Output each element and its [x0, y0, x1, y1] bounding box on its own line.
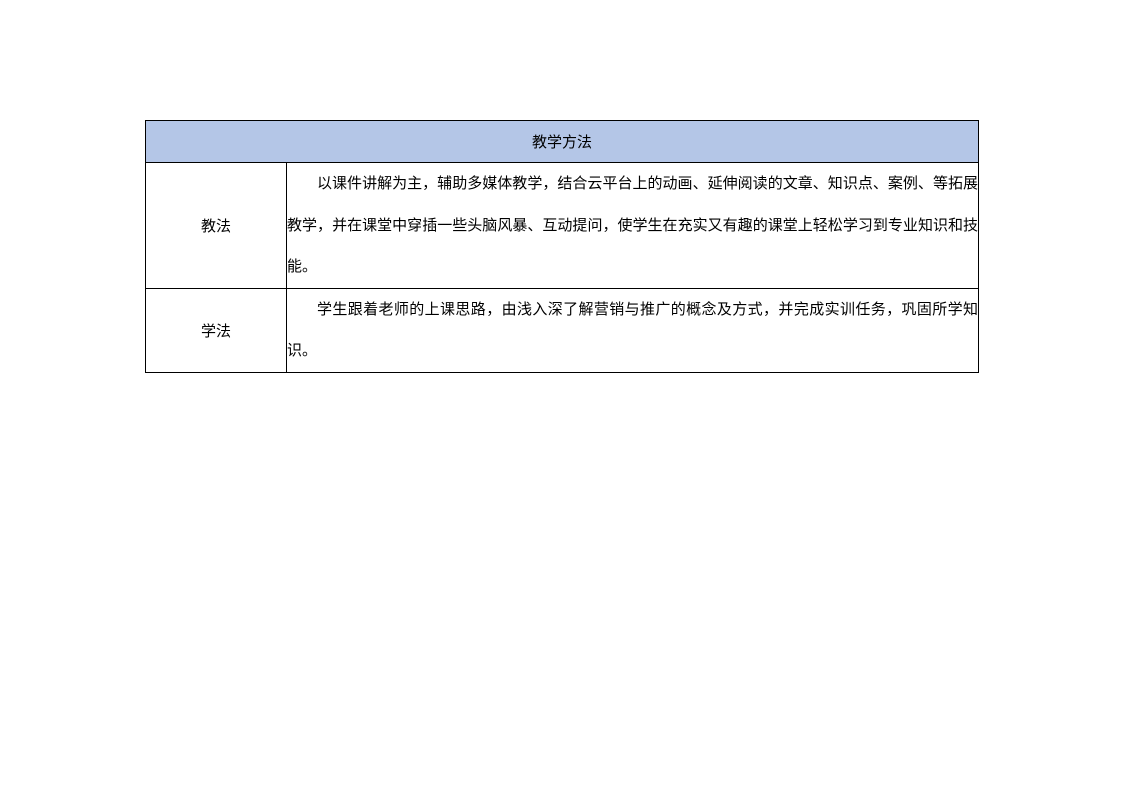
row-label-learning: 学法: [145, 287, 287, 373]
table-row: 教法 以课件讲解为主，辅助多媒体教学，结合云平台上的动画、延伸阅读的文章、知识点…: [145, 162, 980, 289]
row-label-teaching: 教法: [145, 162, 287, 289]
table-row: 学法 学生跟着老师的上课思路，由浅入深了解营销与推广的概念及方式，并完成实训任务…: [145, 287, 980, 373]
table-title: 教学方法: [144, 120, 980, 163]
document-page: 教学方法 教法 以课件讲解为主，辅助多媒体教学，结合云平台上的动画、延伸阅读的文…: [0, 0, 1122, 793]
teaching-methods-table: 教学方法 教法 以课件讲解为主，辅助多媒体教学，结合云平台上的动画、延伸阅读的文…: [144, 120, 980, 373]
row-content-learning: 学生跟着老师的上课思路，由浅入深了解营销与推广的概念及方式，并完成实训任务，巩固…: [285, 287, 980, 373]
table-header-row: 教学方法: [144, 120, 980, 163]
row-content-teaching: 以课件讲解为主，辅助多媒体教学，结合云平台上的动画、延伸阅读的文章、知识点、案例…: [285, 162, 980, 289]
